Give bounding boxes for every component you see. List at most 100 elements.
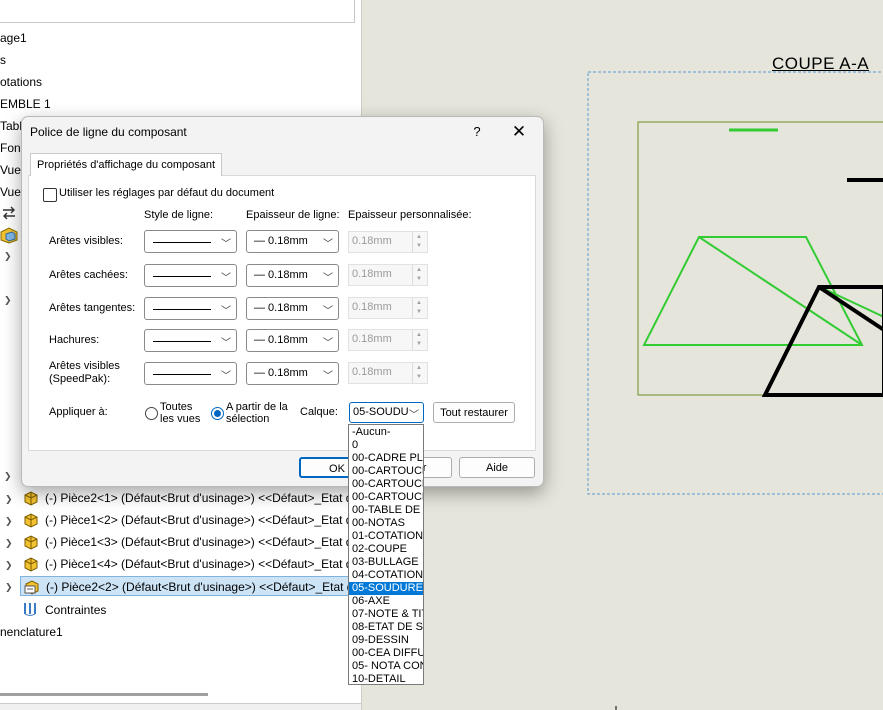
tree-item-mates[interactable]: Contraintes bbox=[45, 603, 106, 617]
line-style-select[interactable]: ﹀ bbox=[144, 329, 237, 352]
spin-down-icon[interactable]: ▼ bbox=[416, 309, 422, 315]
line-style-select[interactable]: ﹀ bbox=[144, 362, 237, 385]
custom-thickness-value: 0.18mm bbox=[352, 333, 392, 345]
expand-arrow-icon[interactable]: ❯ bbox=[5, 582, 13, 593]
component-label: (-) Pièce2<2> (Défaut<Brut d'usinage>) <… bbox=[46, 580, 354, 594]
row-label-hatching: Hachures: bbox=[49, 334, 100, 346]
layer-option[interactable]: 09-DESSIN bbox=[349, 634, 423, 647]
expand-arrow-icon[interactable]: ❯ bbox=[4, 295, 12, 306]
layer-option[interactable]: 00-CARTOUCHE bbox=[349, 491, 423, 504]
expand-arrow-icon[interactable]: ❯ bbox=[5, 494, 13, 505]
component-label: (-) Pièce1<2> (Défaut<Brut d'usinage>) <… bbox=[45, 513, 353, 527]
expand-arrow-icon[interactable]: ❯ bbox=[5, 560, 13, 571]
apply-from-selection-radio[interactable] bbox=[211, 407, 224, 420]
help-button[interactable]: Aide bbox=[459, 457, 535, 478]
spin-up-icon[interactable]: ▲ bbox=[416, 332, 422, 338]
custom-thickness-spinner[interactable]: 0.18mm ▲ ▼ bbox=[348, 231, 428, 253]
chevron-down-icon: ﹀ bbox=[221, 239, 231, 250]
layer-option[interactable]: 02-COUPE bbox=[349, 543, 423, 556]
component-label: (-) Pièce2<1> (Défaut<Brut d'usinage>) <… bbox=[45, 491, 353, 505]
expand-arrow-icon[interactable]: ❯ bbox=[5, 538, 13, 549]
part-icon bbox=[24, 557, 38, 572]
expand-arrow-icon[interactable]: ❯ bbox=[5, 516, 13, 527]
line-thickness-select[interactable]: — 0.18mm ﹀ bbox=[246, 230, 339, 253]
layer-option[interactable]: 04-COTATION bbox=[349, 569, 423, 582]
tree-item[interactable]: s bbox=[0, 53, 6, 67]
tree-item-sheet[interactable]: age1 bbox=[0, 31, 27, 45]
tree-component-row[interactable]: (-) Pièce1<3> (Défaut<Brut d'usinage>) <… bbox=[20, 532, 361, 552]
help-icon[interactable]: ? bbox=[467, 122, 487, 142]
line-style-select[interactable]: ﹀ bbox=[144, 297, 237, 320]
layer-option[interactable]: 00-TABLE DE bbox=[349, 504, 423, 517]
custom-thickness-spinner[interactable]: 0.18mm ▲ ▼ bbox=[348, 297, 428, 319]
layer-option[interactable]: 01-COTATION bbox=[349, 530, 423, 543]
layer-option[interactable]: -Aucun- bbox=[349, 426, 423, 439]
tree-item-annotations[interactable]: otations bbox=[0, 75, 42, 89]
tree-item-view[interactable]: Vue bbox=[0, 185, 21, 199]
expand-arrow-icon[interactable]: ❯ bbox=[4, 251, 12, 262]
line-thickness-select[interactable]: — 0.18mm ﹀ bbox=[246, 362, 339, 385]
restore-all-button[interactable]: Tout restaurer bbox=[433, 402, 515, 423]
row-label-visible-edges: Arêtes visibles: bbox=[49, 235, 123, 247]
layer-option[interactable]: 00-NOTAS bbox=[349, 517, 423, 530]
part-icon bbox=[24, 535, 38, 550]
layer-option[interactable]: 00-CADRE PLAN bbox=[349, 452, 423, 465]
spin-down-icon[interactable]: ▼ bbox=[416, 374, 422, 380]
part-edit-icon bbox=[24, 580, 39, 595]
spin-up-icon[interactable]: ▲ bbox=[416, 267, 422, 273]
spin-down-icon[interactable]: ▼ bbox=[416, 276, 422, 282]
spin-up-icon[interactable]: ▲ bbox=[416, 300, 422, 306]
layer-dropdown-list[interactable]: -Aucun-000-CADRE PLAN00-CARTOUCHE00-CART… bbox=[348, 424, 424, 685]
horizontal-scrollbar[interactable] bbox=[0, 693, 208, 696]
custom-thickness-value: 0.18mm bbox=[352, 366, 392, 378]
custom-thickness-column-header: Epaisseur personnalisée: bbox=[348, 209, 472, 221]
tree-item-table[interactable]: Tabl bbox=[0, 119, 22, 133]
custom-thickness-value: 0.18mm bbox=[352, 268, 392, 280]
layer-option-selected[interactable]: 05-SOUDURE bbox=[349, 582, 423, 595]
tree-component-row-selected[interactable]: (-) Pièce2<2> (Défaut<Brut d'usinage>) <… bbox=[20, 576, 361, 596]
line-style-select[interactable]: ﹀ bbox=[144, 230, 237, 253]
tree-component-row[interactable]: (-) Pièce1<2> (Défaut<Brut d'usinage>) <… bbox=[20, 510, 361, 530]
expand-arrow-icon[interactable]: ❯ bbox=[4, 471, 12, 482]
apply-from-selection-label: A partir de la sélection bbox=[226, 401, 288, 425]
spin-up-icon[interactable]: ▲ bbox=[416, 234, 422, 240]
assembly-icon bbox=[0, 227, 18, 244]
layer-option[interactable]: 06-AXE bbox=[349, 595, 423, 608]
tab-display-properties[interactable]: Propriétés d'affichage du composant bbox=[30, 153, 223, 176]
mates-icon bbox=[24, 603, 36, 616]
custom-thickness-spinner[interactable]: 0.18mm ▲ ▼ bbox=[348, 362, 428, 384]
line-style-select[interactable]: ﹀ bbox=[144, 264, 237, 287]
apply-all-views-radio[interactable] bbox=[145, 407, 158, 420]
layer-option[interactable]: 00-CARTOUCHE bbox=[349, 478, 423, 491]
spin-down-icon[interactable]: ▼ bbox=[416, 243, 422, 249]
close-icon[interactable]: ✕ bbox=[507, 122, 531, 142]
use-document-defaults-label: Utiliser les réglages par défaut du docu… bbox=[59, 187, 275, 199]
green-diagonal bbox=[698, 236, 863, 346]
line-thickness-select[interactable]: — 0.18mm ﹀ bbox=[246, 297, 339, 320]
layer-select[interactable]: 05-SOUDU ﹀ bbox=[349, 402, 424, 423]
layer-option[interactable]: 00-CEA DIFFU bbox=[349, 647, 423, 660]
tree-item-view[interactable]: Vue bbox=[0, 163, 21, 177]
row-label-speedpak-edges: Arêtes visibles (SpeedPak): bbox=[49, 360, 120, 386]
layer-option[interactable]: 10-DETAIL bbox=[349, 673, 423, 684]
tree-component-row[interactable]: (-) Pièce1<4> (Défaut<Brut d'usinage>) <… bbox=[20, 554, 361, 574]
thickness-value: — 0.18mm bbox=[254, 235, 308, 247]
tree-item-assembly[interactable]: EMBLE 1 bbox=[0, 97, 51, 111]
spin-down-icon[interactable]: ▼ bbox=[416, 341, 422, 347]
layer-option[interactable]: 0 bbox=[349, 439, 423, 452]
layer-option[interactable]: 08-ETAT DE S bbox=[349, 621, 423, 634]
custom-thickness-spinner[interactable]: 0.18mm ▲ ▼ bbox=[348, 329, 428, 351]
line-thickness-select[interactable]: — 0.18mm ﹀ bbox=[246, 264, 339, 287]
layer-option[interactable]: 05- NOTA CON bbox=[349, 660, 423, 673]
layer-option[interactable]: 07-NOTE & TITRE bbox=[349, 608, 423, 621]
tree-filter-input[interactable] bbox=[0, 0, 355, 23]
spin-up-icon[interactable]: ▲ bbox=[416, 365, 422, 371]
section-view-title[interactable]: COUPE A-A bbox=[772, 54, 869, 74]
tree-component-row[interactable]: (-) Pièce2<1> (Défaut<Brut d'usinage>) <… bbox=[20, 488, 361, 508]
custom-thickness-spinner[interactable]: 0.18mm ▲ ▼ bbox=[348, 264, 428, 286]
layer-option[interactable]: 03-BULLAGE bbox=[349, 556, 423, 569]
use-document-defaults-checkbox[interactable] bbox=[43, 188, 57, 202]
line-thickness-select[interactable]: — 0.18mm ﹀ bbox=[246, 329, 339, 352]
tree-item-bom[interactable]: nenclature1 bbox=[0, 625, 63, 639]
layer-option[interactable]: 00-CARTOUCHE bbox=[349, 465, 423, 478]
